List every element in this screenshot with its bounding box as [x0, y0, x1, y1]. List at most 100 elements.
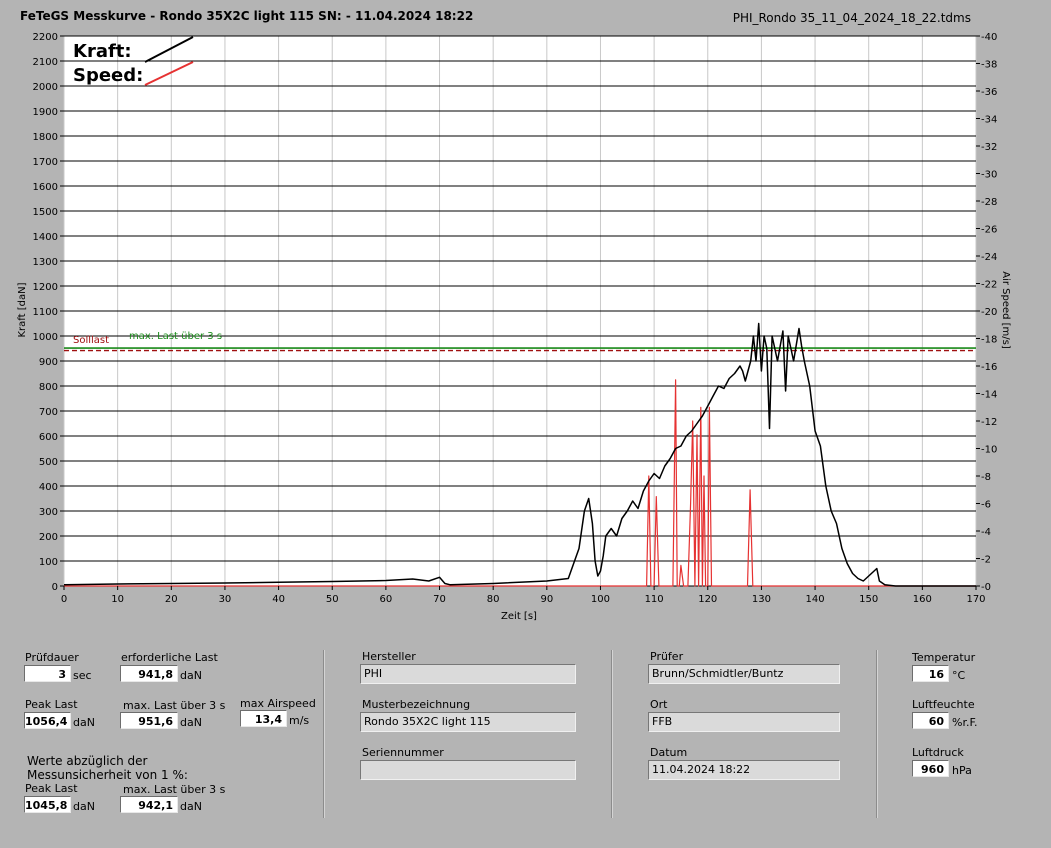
maxlast-label: max. Last über 3 s — [129, 331, 222, 342]
x-tick-label: 30 — [219, 594, 232, 605]
y2-tick-label: -22 — [981, 280, 997, 291]
y-tick-label: 1700 — [33, 157, 58, 168]
datum-field[interactable]: 11.04.2024 18:22 — [648, 760, 840, 780]
druck-unit: hPa — [952, 764, 972, 777]
y2-tick-label: -34 — [981, 115, 997, 126]
pruefer-label: Prüfer — [650, 650, 684, 663]
x-tick-label: 160 — [913, 594, 932, 605]
peak-last-unit: daN — [73, 716, 95, 729]
legend-kraft-label: Kraft: — [73, 41, 132, 62]
y-tick-label: 900 — [39, 357, 58, 368]
y-tick-label: 2200 — [33, 32, 58, 43]
y2-tick-label: -2 — [981, 555, 991, 566]
ort-field[interactable]: FFB — [648, 712, 840, 732]
y-tick-label: 1500 — [33, 207, 58, 218]
erf-last-label: erforderliche Last — [121, 651, 218, 664]
y-tick-label: 2100 — [33, 57, 58, 68]
y2-tick-label: -10 — [981, 445, 997, 456]
y2-tick-label: -26 — [981, 225, 997, 236]
y2-tick-label: -24 — [981, 252, 997, 263]
y-tick-label: 300 — [39, 507, 58, 518]
y2-tick-label: -40 — [981, 32, 997, 43]
y-axis-label: Kraft [daN] — [17, 282, 28, 337]
max-last-unit: daN — [180, 716, 202, 729]
y2-tick-label: -18 — [981, 335, 997, 346]
max-last2-value: 942,1 — [120, 796, 178, 813]
y-tick-label: 500 — [39, 457, 58, 468]
druck-value: 960 — [912, 760, 949, 777]
muster-field[interactable]: Rondo 35X2C light 115 — [360, 712, 576, 732]
max-airspeed-unit: m/s — [289, 714, 310, 727]
y2-tick-label: -8 — [981, 472, 991, 483]
y2-tick-label: -36 — [981, 87, 997, 98]
y-tick-label: 1600 — [33, 182, 58, 193]
y2-tick-label: -14 — [981, 390, 997, 401]
feuchte-label: Luftfeuchte — [912, 698, 975, 711]
x-tick-label: 170 — [966, 594, 985, 605]
legend-speed-label: Speed: — [73, 65, 143, 86]
peak-last2-unit: daN — [73, 800, 95, 813]
separator-1 — [323, 650, 325, 818]
ort-label: Ort — [650, 698, 668, 711]
hersteller-field[interactable]: PHI — [360, 664, 576, 684]
y-tick-label: 1300 — [33, 257, 58, 268]
temp-label: Temperatur — [912, 651, 976, 664]
y2-tick-label: -32 — [981, 142, 997, 153]
pruefdauer-value: 3 — [24, 665, 71, 682]
y-tick-label: 1400 — [33, 232, 58, 243]
peak-last2-value: 1045,8 — [24, 796, 71, 813]
x-tick-label: 10 — [111, 594, 124, 605]
feuchte-value: 60 — [912, 712, 949, 729]
pruefdauer-unit: sec — [73, 669, 92, 682]
y2-tick-label: -30 — [981, 170, 997, 181]
y2-tick-label: -6 — [981, 500, 991, 511]
y-tick-label: 1200 — [33, 282, 58, 293]
note-line-2: Messunsicherheit von 1 %: — [27, 768, 188, 782]
serien-field[interactable] — [360, 760, 576, 780]
muster-label: Musterbezeichnung — [362, 698, 471, 711]
max-last2-label: max. Last über 3 s — [123, 783, 226, 796]
y-tick-label: 1000 — [33, 332, 58, 343]
y2-tick-label: -38 — [981, 60, 997, 71]
y-tick-label: 0 — [52, 582, 58, 593]
x-tick-label: 0 — [61, 594, 67, 605]
y-tick-label: 1900 — [33, 107, 58, 118]
y-tick-label: 1800 — [33, 132, 58, 143]
y2-tick-label: -0 — [981, 582, 991, 593]
y-tick-label: 100 — [39, 557, 58, 568]
druck-label: Luftdruck — [912, 746, 964, 759]
note-line-1: Werte abzüglich der — [27, 754, 148, 768]
y-tick-label: 400 — [39, 482, 58, 493]
peak-last-value: 1056,4 — [24, 712, 71, 729]
sollast-label: Solllast — [73, 335, 109, 346]
max-last2-unit: daN — [180, 800, 202, 813]
y2-tick-label: -20 — [981, 307, 997, 318]
y-tick-label: 200 — [39, 532, 58, 543]
x-tick-label: 40 — [272, 594, 285, 605]
x-tick-label: 80 — [487, 594, 500, 605]
x-tick-label: 70 — [433, 594, 446, 605]
erf-last-unit: daN — [180, 669, 202, 682]
x-tick-label: 140 — [806, 594, 825, 605]
x-tick-label: 60 — [380, 594, 393, 605]
x-tick-label: 150 — [859, 594, 878, 605]
x-tick-label: 20 — [165, 594, 178, 605]
x-tick-label: 100 — [591, 594, 610, 605]
y-tick-label: 2000 — [33, 82, 58, 93]
temp-unit: °C — [952, 669, 966, 682]
max-last-value: 951,6 — [120, 712, 178, 729]
y2-tick-label: -12 — [981, 417, 997, 428]
y2-axis-label: Air Speed [m/s] — [1000, 271, 1011, 349]
temp-value: 16 — [912, 665, 949, 682]
y-tick-label: 800 — [39, 382, 58, 393]
hersteller-label: Hersteller — [362, 650, 416, 663]
separator-3 — [876, 650, 878, 818]
pruefer-field[interactable]: Brunn/Schmidtler/Buntz — [648, 664, 840, 684]
x-tick-label: 120 — [698, 594, 717, 605]
max-airspeed-value: 13,4 — [240, 710, 287, 727]
max-last-label: max. Last über 3 s — [123, 699, 226, 712]
force-speed-chart: 0100200300400500600700800900100011001200… — [17, 32, 1011, 622]
x-axis-label: Zeit [s] — [501, 611, 537, 622]
datum-label: Datum — [650, 746, 688, 759]
y-tick-label: 700 — [39, 407, 58, 418]
